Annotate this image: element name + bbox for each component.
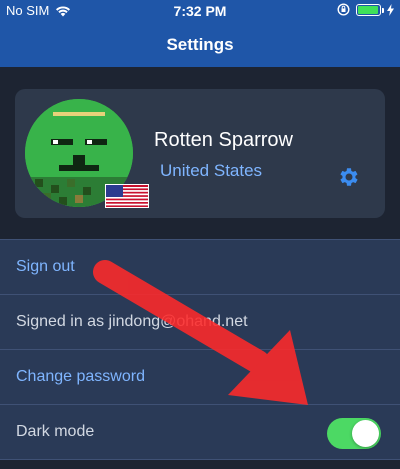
dark-mode-row: Dark mode — [0, 405, 400, 460]
profile-card: Rotten Sparrow United States — [15, 89, 385, 218]
battery-icon — [356, 3, 384, 16]
us-flag-icon — [105, 184, 149, 208]
toggle-knob — [352, 420, 379, 447]
profile-country: United States — [160, 161, 263, 180]
sign-out-label: Sign out — [16, 258, 75, 275]
status-right — [337, 3, 394, 16]
signed-in-row: Signed in as jindong@ohand.net — [0, 295, 400, 350]
status-bar: No SIM 7:32 PM — [0, 0, 400, 22]
settings-list: Sign out Signed in as jindong@ohand.net … — [0, 239, 400, 460]
change-password-label: Change password — [16, 368, 145, 385]
orientation-lock-icon — [337, 3, 350, 16]
dark-mode-toggle[interactable] — [327, 418, 381, 449]
gear-icon[interactable] — [337, 165, 361, 189]
settings-screen: No SIM 7:32 PM Settings Rotten Sparrow U… — [0, 0, 400, 469]
dark-mode-label: Dark mode — [16, 423, 95, 440]
page-title: Settings — [166, 35, 234, 54]
nav-bar: Settings — [0, 22, 400, 67]
signed-in-label: Signed in as jindong@ohand.net — [16, 313, 248, 330]
battery-fill — [358, 5, 378, 14]
change-password-row[interactable]: Change password — [0, 350, 400, 405]
profile-name: Rotten Sparrow — [154, 129, 293, 151]
charging-bolt-icon — [387, 3, 394, 16]
sign-out-row[interactable]: Sign out — [0, 240, 400, 295]
